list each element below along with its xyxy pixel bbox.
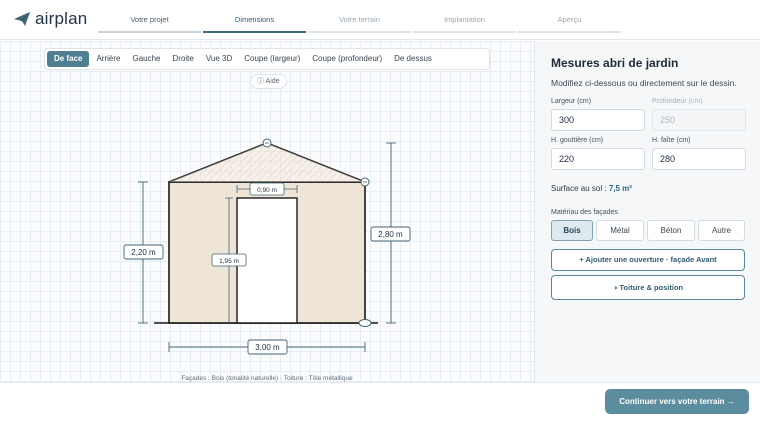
surface-readout: Surface au sol : 7,5 m² [551, 184, 632, 193]
material-metal[interactable]: Métal [596, 220, 644, 241]
add-opening-button[interactable]: + Ajouter une ouverture · façade Avant [551, 249, 745, 271]
panel-subtitle: Modifiez ci-dessous ou directement sur l… [551, 78, 737, 88]
gouttiere-label: H. gouttière (cm) [551, 137, 604, 144]
material-bois[interactable]: Bois [551, 220, 593, 241]
faite-label: H. faîte (cm) [652, 137, 691, 144]
door-width-tag[interactable]: 0,90 m [249, 182, 285, 196]
width-label: 3,00 m [255, 343, 280, 352]
width-tag[interactable]: 3,00 m [247, 339, 288, 355]
help-button[interactable]: ⓘ Aide [250, 74, 287, 89]
tab-coupe-largeur[interactable]: Coupe (largeur) [239, 51, 305, 67]
surface-value: 7,5 m² [608, 184, 632, 193]
panel-title: Mesures abri de jardin [551, 56, 679, 70]
roof-position-button[interactable]: ◑ Toiture & position [551, 275, 745, 300]
tab-gauche[interactable]: Gauche [127, 51, 165, 67]
largeur-input[interactable] [551, 109, 645, 131]
tab-arriere[interactable]: Arrière [91, 51, 125, 67]
material-label: Matériau des façades [551, 209, 618, 216]
surface-label: Surface au sol : [551, 184, 607, 193]
tab-vue-3d[interactable]: Vue 3D [201, 51, 237, 67]
continue-button[interactable]: Continuer vers votre terrain → [605, 389, 749, 414]
material-beton[interactable]: Béton [647, 220, 695, 241]
materials-caption: Façades : Bois (tonalité naturelle) · To… [181, 375, 353, 382]
tab-de-dessus[interactable]: De dessus [389, 51, 437, 67]
door-height-tag[interactable]: 1,95 m [211, 253, 247, 267]
right-height-tag[interactable]: 2,80 m [370, 226, 411, 242]
left-height-tag[interactable]: 2,20 m [123, 244, 164, 260]
tab-droite[interactable]: Droite [168, 51, 199, 67]
ridge-handle[interactable] [262, 138, 272, 148]
corner-handle[interactable] [358, 319, 372, 327]
measurements-panel: Mesures abri de jardin Modifiez ci-desso… [534, 41, 760, 382]
tab-de-face[interactable]: De face [47, 51, 90, 67]
view-tabs: De face Arrière Gauche Droite Vue 3D Cou… [44, 48, 490, 70]
largeur-label: Largeur (cm) [551, 98, 592, 105]
profondeur-input [652, 109, 746, 131]
profondeur-label: Profondeur (cm) [652, 98, 703, 105]
eave-handle[interactable] [360, 177, 370, 187]
door-width-label: 0,90 m [257, 187, 277, 194]
material-autre[interactable]: Autre [698, 220, 745, 241]
right-height-label: 2,80 m [378, 230, 403, 239]
faite-input[interactable] [652, 148, 746, 170]
roof-gable-fill [169, 143, 365, 182]
door-height-label: 1,95 m [219, 258, 239, 265]
left-height-label: 2,20 m [131, 248, 156, 257]
tab-coupe-profondeur[interactable]: Coupe (profondeur) [307, 51, 387, 67]
gouttiere-input[interactable] [551, 148, 645, 170]
